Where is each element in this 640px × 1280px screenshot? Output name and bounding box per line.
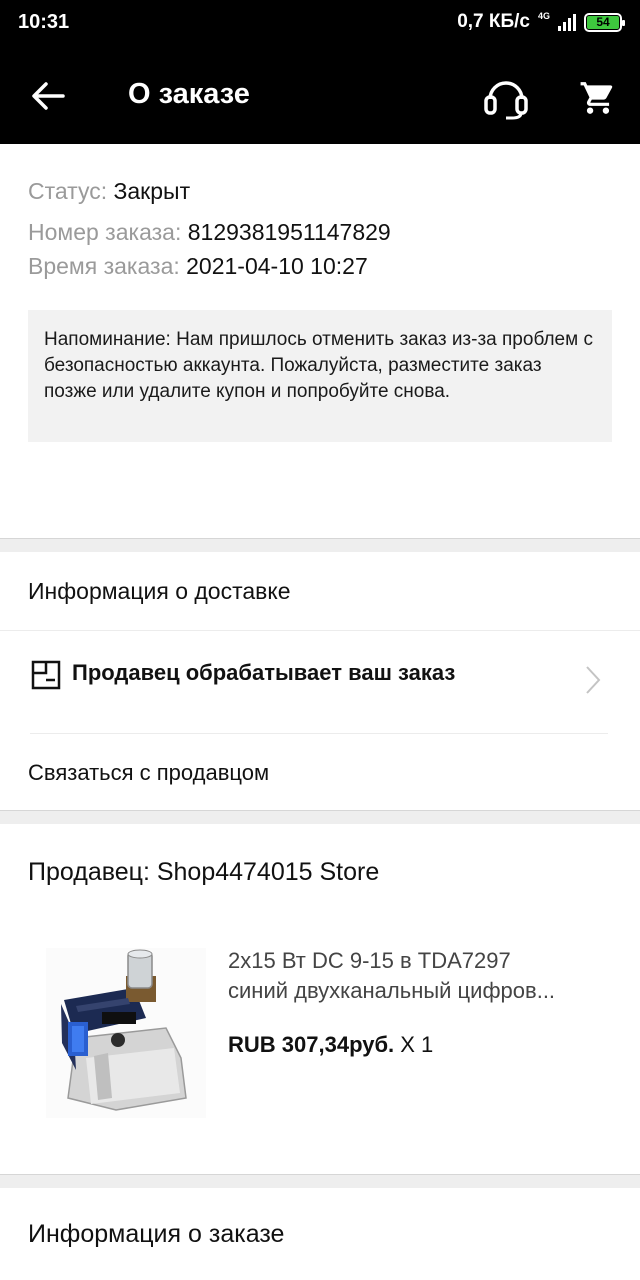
product-price-row: RUB 307,34руб. X 1 <box>228 1032 433 1058</box>
delivery-title: Информация о доставке <box>28 578 291 604</box>
status-time: 10:31 <box>18 11 70 33</box>
status-row: Статус: Закрыт <box>28 178 190 205</box>
document-icon <box>31 660 61 690</box>
order-info-section: Информация о заказе <box>0 1188 640 1280</box>
order-time-label: Время заказа: <box>28 253 180 279</box>
battery-level: 54 <box>587 15 619 29</box>
product-name-line-1: 2x15 Вт DC 9-15 в TDA7297 <box>228 948 511 973</box>
divider <box>30 733 608 734</box>
status-value: Закрыт <box>113 178 191 204</box>
section-separator <box>0 1174 640 1188</box>
product-name: 2x15 Вт DC 9-15 в TDA7297 синий двухкана… <box>228 946 608 1006</box>
product-item[interactable]: 2x15 Вт DC 9-15 в TDA7297 синий двухкана… <box>0 920 640 1150</box>
support-button[interactable] <box>480 72 532 124</box>
order-number-row: Номер заказа: 8129381951147829 <box>28 219 391 246</box>
cart-icon <box>580 82 613 114</box>
section-separator <box>0 810 640 824</box>
order-number-label: Номер заказа: <box>28 219 182 245</box>
status-right-group: 0,7 КБ/с 4G 54 <box>457 10 625 33</box>
network-type: 4G <box>537 10 550 21</box>
order-number-value: 8129381951147829 <box>187 219 391 245</box>
chevron-right-icon <box>586 666 601 694</box>
contact-seller-link[interactable]: Связаться с продавцом <box>28 760 269 786</box>
seller-status-row[interactable]: Продавец обрабатывает ваш заказ <box>0 630 640 734</box>
product-image <box>46 948 206 1118</box>
cancellation-reminder: Напоминание: Нам пришлось отменить заказ… <box>28 310 612 442</box>
section-separator <box>0 538 640 552</box>
order-summary: Статус: Закрыт Номер заказа: 81293819511… <box>0 144 640 538</box>
status-label: Статус: <box>28 178 108 204</box>
arrow-left-icon <box>32 82 65 110</box>
cart-button[interactable] <box>572 72 624 124</box>
back-button[interactable] <box>24 72 72 120</box>
page-title: О заказе <box>128 78 250 110</box>
signal-icon <box>558 13 576 31</box>
product-name-line-2: синий двухканальный цифров... <box>228 978 556 1003</box>
network-speed: 0,7 КБ/с <box>457 11 530 32</box>
product-price: RUB 307,34руб. <box>228 1032 395 1057</box>
battery-icon: 54 <box>584 12 625 32</box>
product-quantity: X 1 <box>394 1032 434 1057</box>
headset-icon <box>484 81 528 120</box>
seller-name[interactable]: Продавец: Shop4474015 Store <box>28 858 379 887</box>
status-bar: 10:31 0,7 КБ/с 4G 54 <box>0 0 640 48</box>
app-bar: О заказе <box>0 48 640 144</box>
seller-status-label: Продавец обрабатывает ваш заказ <box>72 660 456 685</box>
order-info-title: Информация о заказе <box>28 1220 285 1248</box>
order-time-value: 2021-04-10 10:27 <box>186 253 368 279</box>
order-time-row: Время заказа: 2021-04-10 10:27 <box>28 253 368 280</box>
delivery-section: Информация о доставке Продавец обрабатыв… <box>0 552 640 810</box>
seller-section: Продавец: Shop4474015 Store 2x15 Вт DC 9… <box>0 824 640 1174</box>
